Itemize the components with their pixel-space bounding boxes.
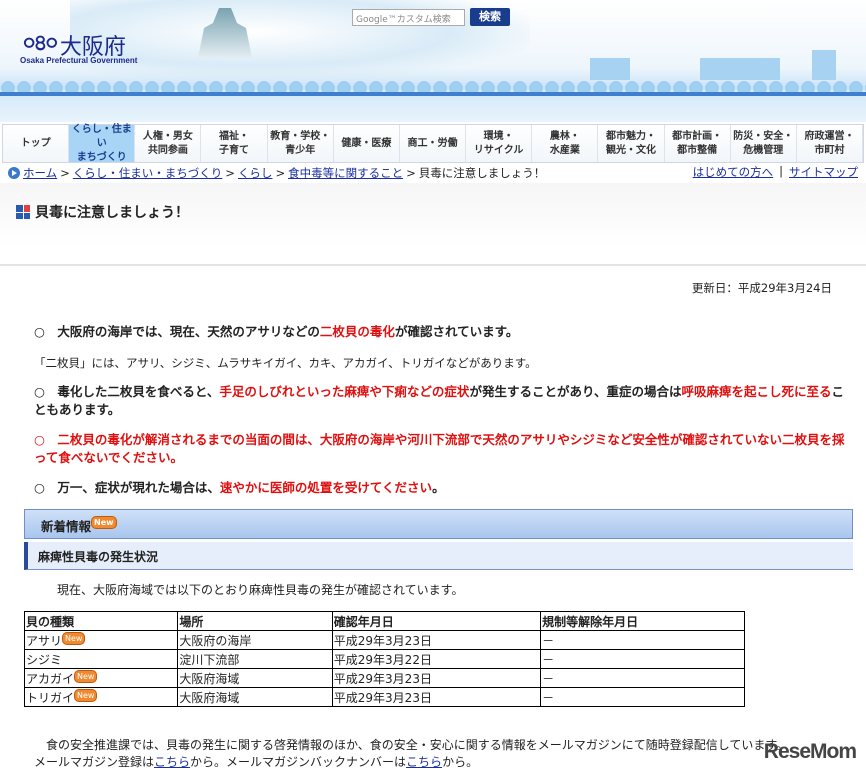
separator: > xyxy=(60,166,70,180)
notice-4: ○ 万一、症状が現れた場合は、速やかに医師の処置を受けてください。 xyxy=(34,480,445,495)
cell-type: シジミ xyxy=(23,649,179,669)
register-link[interactable]: こちら xyxy=(154,755,190,769)
breadcrumb-kurashi[interactable]: くらし xyxy=(238,165,273,181)
header-divider xyxy=(0,92,866,96)
grid-icon xyxy=(16,205,30,219)
site-header: ০৪০ 大阪府 Osaka Prefectural Government Goo… xyxy=(0,0,866,122)
table-row: トリガイ New 大阪府海域 平成29年3月23日－ xyxy=(23,687,745,707)
logo-english: Osaka Prefectural Government xyxy=(20,56,138,65)
cell-place: 大阪府の海岸 xyxy=(177,630,333,650)
nav-item[interactable]: 福祉・ 子育て xyxy=(201,125,268,162)
nav-item[interactable]: トップ xyxy=(3,125,70,162)
nav-item[interactable]: 農林・ 水産業 xyxy=(532,125,599,162)
mail-magazine-links: メールマガジン登録はこちらから。メールマガジンバックナンバーはこちらから。 xyxy=(34,755,479,769)
nav-item[interactable]: くらし・住まい まちづくり xyxy=(69,124,136,163)
column-header: 確認年月日 xyxy=(331,611,542,631)
backnumber-link[interactable]: こちら xyxy=(406,755,442,769)
shellfish-poison-table: 貝の種類 場所 確認年月日 規制等解除年月日 アサリ New 大阪府の海岸 平成29年3月2… xyxy=(23,611,745,707)
updated-date: 更新日：平成29年3月24日 xyxy=(691,281,832,295)
nav-item[interactable]: 商工・労働 xyxy=(400,125,467,162)
search-input[interactable]: Google™カスタム検索 xyxy=(352,9,465,26)
breadcrumb-current: 貝毒に注意しましょう！ xyxy=(418,166,546,180)
trees-illustration xyxy=(0,74,866,94)
nav-item[interactable]: 都市魅力・ 観光・文化 xyxy=(598,125,665,162)
mail-magazine-text: 食の安全推進課では、貝毒の発生に関する啓発情報のほか、食の安全・安心に関する情報… xyxy=(34,738,789,752)
nav-item[interactable]: 環境・ リサイクル xyxy=(466,125,533,162)
notice-1: ○ 大阪府の海岸では、現在、天然のアサリなどの二枚貝の毒化が確認されています。 xyxy=(34,324,519,339)
cell-date: 平成29年3月23日 xyxy=(331,668,542,688)
cell-release: － xyxy=(540,630,745,650)
column-header: 場所 xyxy=(177,611,333,631)
new-info-heading: 新着情報 New xyxy=(24,509,853,539)
notice-bivalves: 「二枚貝」には、アサリ、シジミ、ムラサキイガイ、カキ、アカガイ、トリガイなどがあ… xyxy=(34,356,537,370)
nav-item[interactable]: 教育・学校・ 青少年 xyxy=(268,125,334,162)
breadcrumb-living[interactable]: くらし・住まい・まちづくり xyxy=(73,165,223,181)
nav-item[interactable]: 府政運営・ 市町村 xyxy=(797,125,864,162)
cell-place: 淀川下流部 xyxy=(177,649,333,669)
page-title-text: 貝毒に注意しましょう！ xyxy=(35,205,189,221)
breadcrumb: ホーム > くらし・住まい・まちづくり > くらし > 食中毒等に関すること > 貝毒に… xyxy=(8,164,858,182)
column-header: 規制等解除年月日 xyxy=(540,611,745,631)
notice-2: ○ 毒化した二枚貝を食べると、手足のしびれといった麻痺や下痢などの症状が発生する… xyxy=(34,384,844,417)
separator: | xyxy=(779,164,783,178)
page-title: 貝毒に注意しましょう！ xyxy=(16,202,189,222)
separator: > xyxy=(275,166,286,180)
cell-type: アカガイ New xyxy=(23,668,179,688)
nav-item[interactable]: 人権・男女 共同参画 xyxy=(135,125,202,162)
cell-release: － xyxy=(540,649,745,669)
search-button[interactable]: 検索 xyxy=(470,8,510,26)
nav-item[interactable]: 健康・医療 xyxy=(334,125,400,162)
intro-text: 現在、大阪府海域では以下のとおり麻痺性貝毒の発生が確認されています。 xyxy=(57,583,464,597)
separator: > xyxy=(225,166,235,180)
sitemap-link[interactable]: サイトマップ xyxy=(789,164,858,180)
cell-place: 大阪府海域 xyxy=(177,687,333,707)
cell-place: 大阪府海域 xyxy=(177,668,333,688)
cell-release: － xyxy=(540,687,745,707)
cell-date: 平成29年3月23日 xyxy=(331,687,542,707)
subsection-heading: 麻痺性貝毒の発生状況 xyxy=(24,542,853,570)
table-row: アカガイ New 大阪府海域 平成29年3月23日－ xyxy=(23,668,745,688)
new-badge: New xyxy=(62,631,86,645)
cell-release: － xyxy=(540,668,745,688)
nav-item[interactable]: 防災・安全・ 危機管理 xyxy=(731,125,797,162)
table-row: アサリ New 大阪府の海岸 平成29年3月23日－ xyxy=(23,630,745,650)
new-badge: New xyxy=(74,669,98,683)
first-time-link[interactable]: はじめての方へ xyxy=(693,164,774,180)
cell-type: トリガイ New xyxy=(23,687,179,707)
table-row: シジミ 淀川下流部 平成29年3月22日－ xyxy=(23,649,745,669)
notice-3: ○ 二枚貝の毒化が解消されるまでの当面の間は、大阪府の海岸や河川下流部で天然のア… xyxy=(34,432,845,465)
breadcrumb-food-poisoning[interactable]: 食中毒等に関すること xyxy=(288,165,403,181)
resemom-watermark: ReseMom xyxy=(763,740,857,763)
cell-date: 平成29年3月22日 xyxy=(331,649,542,669)
new-badge: New xyxy=(91,516,117,529)
column-header: 貝の種類 xyxy=(23,611,179,631)
arrow-circle-icon xyxy=(8,167,20,179)
cell-type: アサリ New xyxy=(23,630,179,650)
nav-item[interactable]: 都市計画・ 都市整備 xyxy=(665,125,731,162)
global-nav: トップ くらし・住まい まちづくり 人権・男女 共同参画 福祉・ 子育て 教育・学校・ … xyxy=(2,124,864,163)
breadcrumb-home[interactable]: ホーム xyxy=(23,165,57,181)
cell-date: 平成29年3月23日 xyxy=(331,630,542,650)
new-badge: New xyxy=(74,688,98,702)
separator: > xyxy=(406,166,416,180)
title-banner: 貝毒に注意しましょう！ xyxy=(0,183,866,266)
